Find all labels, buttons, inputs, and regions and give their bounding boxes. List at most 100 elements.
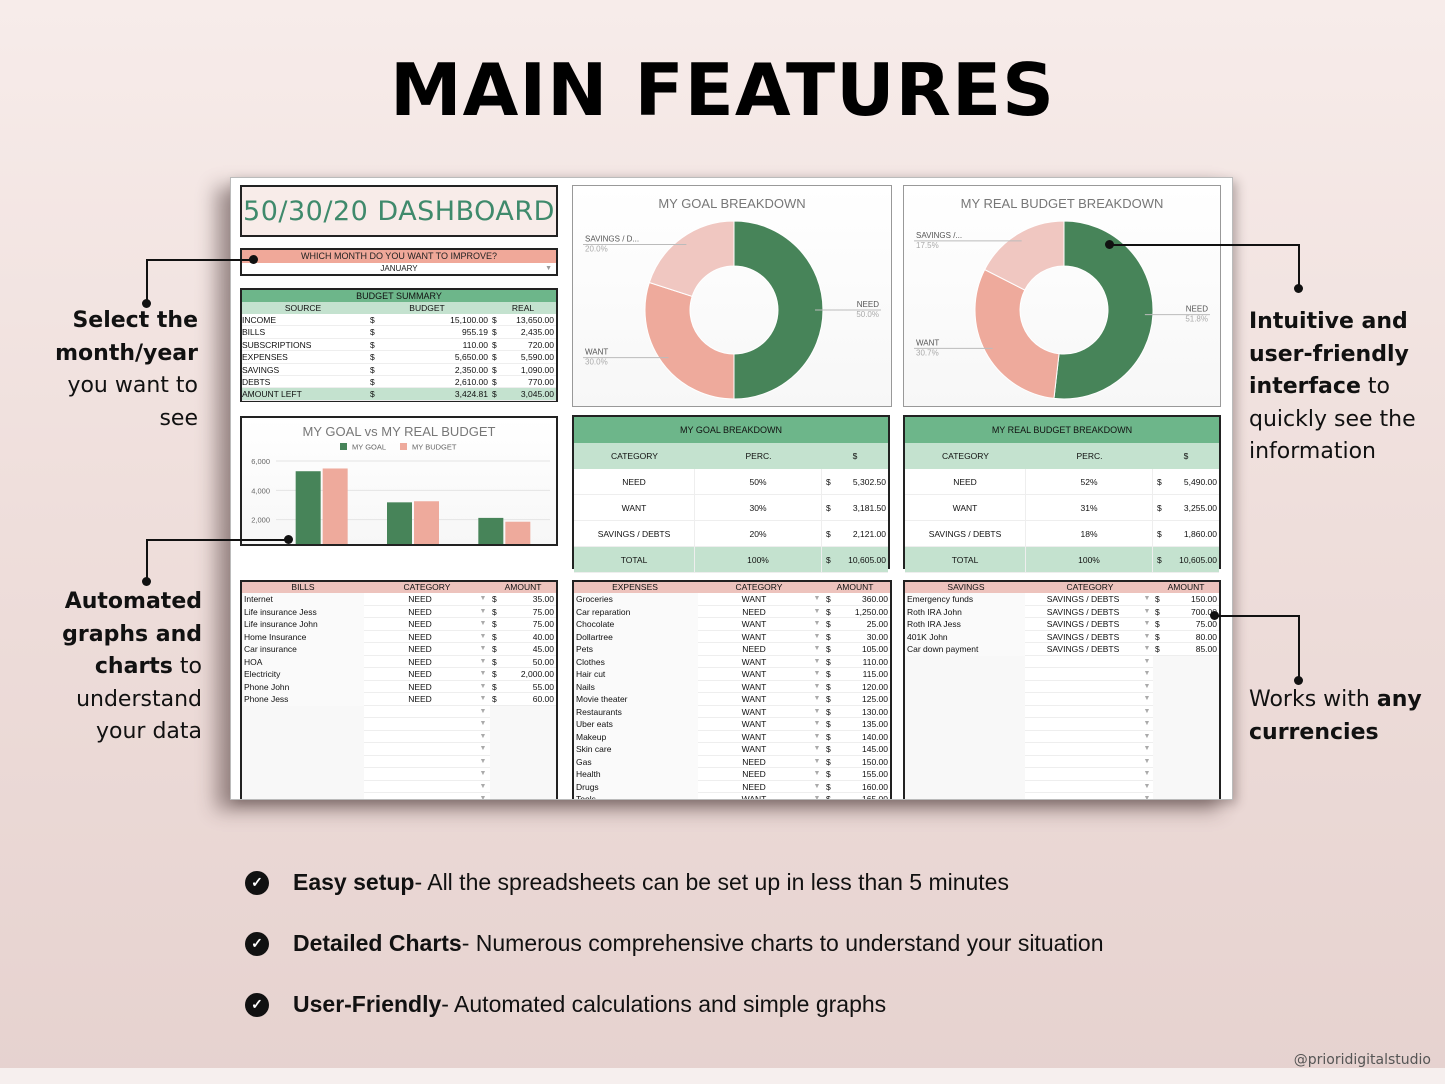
category-cell[interactable] bbox=[1025, 668, 1141, 681]
dropdown-arrow-icon[interactable]: ▼ bbox=[1141, 731, 1153, 744]
name-cell[interactable] bbox=[905, 730, 1025, 743]
category-cell[interactable] bbox=[364, 756, 476, 769]
name-cell[interactable]: Restaurants bbox=[574, 705, 698, 718]
category-cell[interactable] bbox=[1025, 793, 1141, 799]
category-cell[interactable]: WANT bbox=[698, 706, 810, 719]
name-cell[interactable] bbox=[242, 755, 364, 768]
amount-cell[interactable]: 360.00 bbox=[838, 593, 890, 606]
dropdown-arrow-icon[interactable]: ▼ bbox=[810, 768, 824, 781]
category-cell[interactable]: NEED bbox=[364, 643, 476, 656]
name-cell[interactable]: Life insurance John bbox=[242, 618, 364, 631]
name-cell[interactable]: HOA bbox=[242, 655, 364, 668]
dropdown-arrow-icon[interactable]: ▼ bbox=[476, 768, 490, 781]
amount-cell[interactable]: 30.00 bbox=[838, 631, 890, 644]
category-cell[interactable] bbox=[1025, 756, 1141, 769]
name-cell[interactable] bbox=[242, 705, 364, 718]
amount-cell[interactable] bbox=[1167, 655, 1219, 668]
amount-cell[interactable] bbox=[504, 755, 556, 768]
dropdown-arrow-icon[interactable]: ▼ bbox=[810, 781, 824, 794]
amount-cell[interactable]: 75.00 bbox=[504, 606, 556, 619]
dropdown-arrow-icon[interactable]: ▼ bbox=[810, 656, 824, 669]
dropdown-arrow-icon[interactable]: ▼ bbox=[545, 263, 552, 274]
name-cell[interactable] bbox=[905, 768, 1025, 781]
amount-cell[interactable] bbox=[1167, 793, 1219, 799]
dropdown-arrow-icon[interactable]: ▼ bbox=[810, 756, 824, 769]
name-cell[interactable]: Phone Jess bbox=[242, 693, 364, 706]
category-cell[interactable] bbox=[364, 706, 476, 719]
category-cell[interactable]: NEED bbox=[364, 593, 476, 606]
name-cell[interactable]: Uber eats bbox=[574, 718, 698, 731]
amount-cell[interactable] bbox=[504, 780, 556, 793]
category-cell[interactable] bbox=[1025, 706, 1141, 719]
name-cell[interactable]: Nails bbox=[574, 680, 698, 693]
amount-cell[interactable]: 160.00 bbox=[838, 781, 890, 794]
category-cell[interactable]: WANT bbox=[698, 743, 810, 756]
name-cell[interactable]: Health bbox=[574, 768, 698, 781]
dropdown-arrow-icon[interactable]: ▼ bbox=[1141, 768, 1153, 781]
name-cell[interactable] bbox=[905, 743, 1025, 756]
name-cell[interactable]: Life insurance Jess bbox=[242, 605, 364, 618]
amount-cell[interactable]: 115.00 bbox=[838, 668, 890, 681]
amount-cell[interactable]: 85.00 bbox=[1167, 643, 1219, 656]
dropdown-arrow-icon[interactable]: ▼ bbox=[476, 793, 490, 799]
name-cell[interactable]: Car down payment bbox=[905, 643, 1025, 656]
amount-cell[interactable]: 145.00 bbox=[838, 743, 890, 756]
amount-cell[interactable] bbox=[1167, 730, 1219, 743]
category-cell[interactable]: SAVINGS / DEBTS bbox=[1025, 593, 1141, 606]
name-cell[interactable]: Home Insurance bbox=[242, 630, 364, 643]
category-cell[interactable]: NEED bbox=[364, 668, 476, 681]
category-cell[interactable] bbox=[364, 768, 476, 781]
dropdown-arrow-icon[interactable]: ▼ bbox=[1141, 643, 1153, 656]
amount-cell[interactable] bbox=[1167, 743, 1219, 756]
name-cell[interactable] bbox=[905, 718, 1025, 731]
amount-cell[interactable] bbox=[504, 768, 556, 781]
name-cell[interactable]: Tools bbox=[574, 793, 698, 799]
category-cell[interactable] bbox=[364, 731, 476, 744]
category-cell[interactable]: NEED bbox=[364, 693, 476, 706]
name-cell[interactable] bbox=[242, 793, 364, 799]
amount-cell[interactable] bbox=[504, 743, 556, 756]
name-cell[interactable]: Movie theater bbox=[574, 693, 698, 706]
name-cell[interactable]: Car insurance bbox=[242, 643, 364, 656]
category-cell[interactable] bbox=[1025, 693, 1141, 706]
amount-cell[interactable]: 50.00 bbox=[504, 656, 556, 669]
dropdown-arrow-icon[interactable]: ▼ bbox=[476, 706, 490, 719]
dropdown-arrow-icon[interactable]: ▼ bbox=[476, 731, 490, 744]
category-cell[interactable] bbox=[1025, 743, 1141, 756]
dropdown-arrow-icon[interactable]: ▼ bbox=[810, 593, 824, 606]
category-cell[interactable]: WANT bbox=[698, 731, 810, 744]
name-cell[interactable]: Pets bbox=[574, 643, 698, 656]
dropdown-arrow-icon[interactable]: ▼ bbox=[476, 606, 490, 619]
dropdown-arrow-icon[interactable]: ▼ bbox=[1141, 781, 1153, 794]
dropdown-arrow-icon[interactable]: ▼ bbox=[1141, 618, 1153, 631]
category-cell[interactable]: WANT bbox=[698, 656, 810, 669]
category-cell[interactable]: WANT bbox=[698, 693, 810, 706]
dropdown-arrow-icon[interactable]: ▼ bbox=[476, 593, 490, 606]
amount-cell[interactable]: 75.00 bbox=[504, 618, 556, 631]
dropdown-arrow-icon[interactable]: ▼ bbox=[1141, 718, 1153, 731]
dropdown-arrow-icon[interactable]: ▼ bbox=[1141, 668, 1153, 681]
name-cell[interactable]: Skin care bbox=[574, 743, 698, 756]
category-cell[interactable] bbox=[364, 793, 476, 799]
name-cell[interactable]: Electricity bbox=[242, 668, 364, 681]
name-cell[interactable] bbox=[242, 768, 364, 781]
amount-cell[interactable]: 125.00 bbox=[838, 693, 890, 706]
dropdown-arrow-icon[interactable]: ▼ bbox=[1141, 693, 1153, 706]
category-cell[interactable]: NEED bbox=[698, 768, 810, 781]
amount-cell[interactable]: 165.00 bbox=[838, 793, 890, 799]
amount-cell[interactable] bbox=[1167, 705, 1219, 718]
category-cell[interactable]: NEED bbox=[698, 643, 810, 656]
dropdown-arrow-icon[interactable]: ▼ bbox=[1141, 631, 1153, 644]
amount-cell[interactable]: 80.00 bbox=[1167, 631, 1219, 644]
dropdown-arrow-icon[interactable]: ▼ bbox=[476, 656, 490, 669]
name-cell[interactable]: Hair cut bbox=[574, 668, 698, 681]
category-cell[interactable]: WANT bbox=[698, 631, 810, 644]
name-cell[interactable] bbox=[242, 780, 364, 793]
dropdown-arrow-icon[interactable]: ▼ bbox=[1141, 681, 1153, 694]
dropdown-arrow-icon[interactable]: ▼ bbox=[476, 681, 490, 694]
amount-cell[interactable]: 75.00 bbox=[1167, 618, 1219, 631]
dropdown-arrow-icon[interactable]: ▼ bbox=[1141, 656, 1153, 669]
amount-cell[interactable] bbox=[1167, 693, 1219, 706]
dropdown-arrow-icon[interactable]: ▼ bbox=[810, 793, 824, 799]
category-cell[interactable]: WANT bbox=[698, 793, 810, 799]
